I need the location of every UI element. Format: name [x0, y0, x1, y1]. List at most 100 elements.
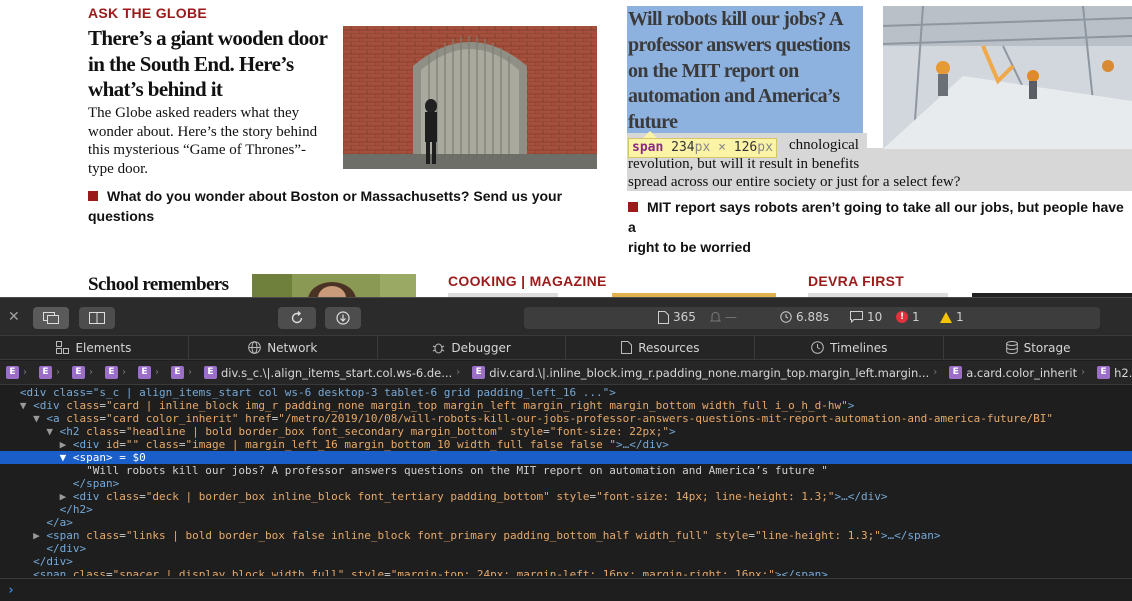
- breadcrumb-item-a-card[interactable]: Ea.card.color_inherit ›: [943, 366, 1091, 380]
- dom-node[interactable]: </h2>: [0, 503, 1132, 516]
- breadcrumb-item[interactable]: E ›: [33, 366, 66, 379]
- breadcrumb-item-h2-headline[interactable]: Eh2.headline.\|.bold.b: [1091, 366, 1132, 380]
- bullet-square-icon: [628, 202, 638, 212]
- dom-node[interactable]: "Will robots kill our jobs? A professor …: [0, 464, 1132, 477]
- dom-attr-name: class: [66, 412, 100, 425]
- reload-button[interactable]: [278, 307, 316, 329]
- dom-tag-close: >…</div>: [834, 490, 888, 503]
- deck-line: spread across our entire society or just…: [628, 174, 961, 190]
- headline-robots-jobs[interactable]: Will robots kill our jobs? A professor a…: [628, 7, 864, 136]
- dom-node-selected[interactable]: ▼ <span> = $0: [0, 451, 1132, 464]
- element-badge-icon: E: [72, 366, 85, 379]
- chevron-right-icon: ›: [122, 367, 126, 378]
- photo-wooden-door[interactable]: [343, 26, 597, 169]
- breadcrumb-label: div.s_c.\|.align_items_start.col.ws-6.de…: [221, 365, 453, 380]
- dom-tag: <a: [46, 412, 60, 425]
- breadcrumb-item[interactable]: E ›: [0, 366, 33, 379]
- kicker-cooking-magazine[interactable]: COOKING | MAGAZINE: [448, 273, 607, 289]
- dom-node[interactable]: </a>: [0, 516, 1132, 529]
- tab-resources[interactable]: Resources: [566, 336, 756, 359]
- load-time[interactable]: 6.88s: [780, 310, 829, 324]
- kicker-ask-the-globe[interactable]: ASK THE GLOBE: [88, 5, 207, 21]
- headline-line: on the MIT report on: [628, 59, 799, 82]
- dock-side-button[interactable]: [79, 307, 115, 329]
- kicker-devra-first[interactable]: DEVRA FIRST: [808, 273, 904, 289]
- resource-count-value: 365: [673, 310, 696, 324]
- dom-attr-name: style: [509, 425, 544, 438]
- dom-tag-close: >: [668, 425, 676, 438]
- tab-network[interactable]: Network: [189, 336, 378, 359]
- dom-node[interactable]: ▼ <h2 class="headline | bold border_box …: [0, 425, 1132, 438]
- disclosure-open-icon: ▼: [33, 412, 47, 425]
- headline-line: There’s a giant wooden door: [88, 26, 328, 50]
- close-icon[interactable]: ✕: [8, 309, 20, 325]
- dom-node[interactable]: </div>: [0, 555, 1132, 568]
- link-mit-report[interactable]: MIT report says robots aren’t going to t…: [628, 197, 1132, 257]
- breadcrumb-item-div-card[interactable]: Ediv.card.\|.inline_block.img_r.padding_…: [466, 366, 943, 380]
- tab-debugger[interactable]: Debugger: [378, 336, 567, 359]
- dom-text: "Will robots kill our jobs? A professor …: [86, 464, 828, 477]
- tab-storage[interactable]: Storage: [944, 336, 1132, 359]
- disclosure-closed-icon: ▶: [59, 490, 73, 503]
- breadcrumb-item[interactable]: E ›: [165, 366, 198, 379]
- dom-node[interactable]: </span>: [0, 477, 1132, 490]
- log-count-value: 10: [867, 310, 883, 324]
- deck-line: type door.: [88, 160, 148, 177]
- dom-node[interactable]: ▶ <div class="deck | border_box inline_b…: [0, 490, 1132, 503]
- tab-elements[interactable]: Elements: [0, 336, 189, 359]
- console-prompt-area[interactable]: ›: [0, 578, 1132, 601]
- dom-attr-value: "margin-top: 24px; margin-left: 16px; ma…: [390, 568, 775, 576]
- resource-count[interactable]: 365: [658, 310, 696, 324]
- link-wonder-boston[interactable]: What do you wonder about Boston or Massa…: [88, 186, 588, 226]
- disclosure-open-icon: ▼: [46, 425, 60, 438]
- element-badge-icon: E: [1097, 366, 1111, 379]
- equals: =: [119, 438, 126, 451]
- dom-node[interactable]: ▼ <div class="card | inline_block img_r …: [0, 399, 1132, 412]
- error-count[interactable]: ! 1: [896, 310, 920, 324]
- dom-node[interactable]: <div class="s_c | align_items_start col …: [0, 386, 1132, 399]
- tab-label: Network: [267, 340, 318, 355]
- tab-timelines[interactable]: Timelines: [755, 336, 945, 359]
- dom-node[interactable]: </div>: [0, 542, 1132, 555]
- disclosure-closed-icon: ▶: [59, 438, 73, 451]
- dom-text: <div class="s_c | align_items_start col …: [19, 386, 616, 399]
- tooltip-unit: px: [757, 140, 773, 155]
- dom-tree[interactable]: <div class="s_c | align_items_start col …: [0, 386, 1132, 576]
- breadcrumb-item[interactable]: E ›: [99, 366, 132, 379]
- photo-school[interactable]: [252, 274, 416, 297]
- breadcrumb-item[interactable]: E ›: [66, 366, 99, 379]
- chevron-right-icon: ›: [155, 367, 159, 378]
- dom-node[interactable]: <span class="spacer | display_block widt…: [0, 568, 1132, 576]
- warning-count[interactable]: 1: [940, 310, 964, 324]
- breadcrumb-label: div.card.\|.inline_block.img_r.padding_n…: [489, 365, 930, 380]
- dom-attr-value: "deck | border_box inline_block font_ter…: [145, 490, 550, 503]
- equals: =: [384, 568, 391, 576]
- headline-line: Will robots kill our jobs? A: [628, 8, 844, 30]
- dom-attr-name: style: [556, 490, 590, 503]
- dom-tag: <span: [46, 529, 80, 542]
- reload-icon: [291, 311, 303, 324]
- log-count[interactable]: 10: [850, 310, 882, 324]
- dom-node[interactable]: ▼ <a class="card color_inherit" href="/m…: [0, 412, 1132, 425]
- dom-node[interactable]: ▶ <div id="" class="image | margin_left_…: [0, 438, 1132, 451]
- element-badge-icon: E: [105, 366, 118, 379]
- disclosure-closed-icon: ▶: [33, 529, 47, 542]
- breadcrumb-item-div-s-c[interactable]: Ediv.s_c.\|.align_items_start.col.ws-6.d…: [198, 366, 466, 380]
- photo-robots-factory[interactable]: [883, 6, 1132, 149]
- breadcrumb-item[interactable]: E ›: [132, 366, 165, 379]
- headline-school-remembers[interactable]: School remembers: [88, 273, 229, 297]
- transfer-size[interactable]: —: [710, 310, 737, 324]
- load-time-value: 6.88s: [796, 310, 829, 324]
- dom-node[interactable]: ▶ <span class="links | bold border_box f…: [0, 529, 1132, 542]
- download-button[interactable]: [325, 307, 361, 329]
- dock-undock-button[interactable]: [33, 307, 69, 329]
- headline-wooden-door[interactable]: There’s a giant wooden door in the South…: [88, 26, 338, 103]
- dom-attr-name: style: [351, 568, 385, 576]
